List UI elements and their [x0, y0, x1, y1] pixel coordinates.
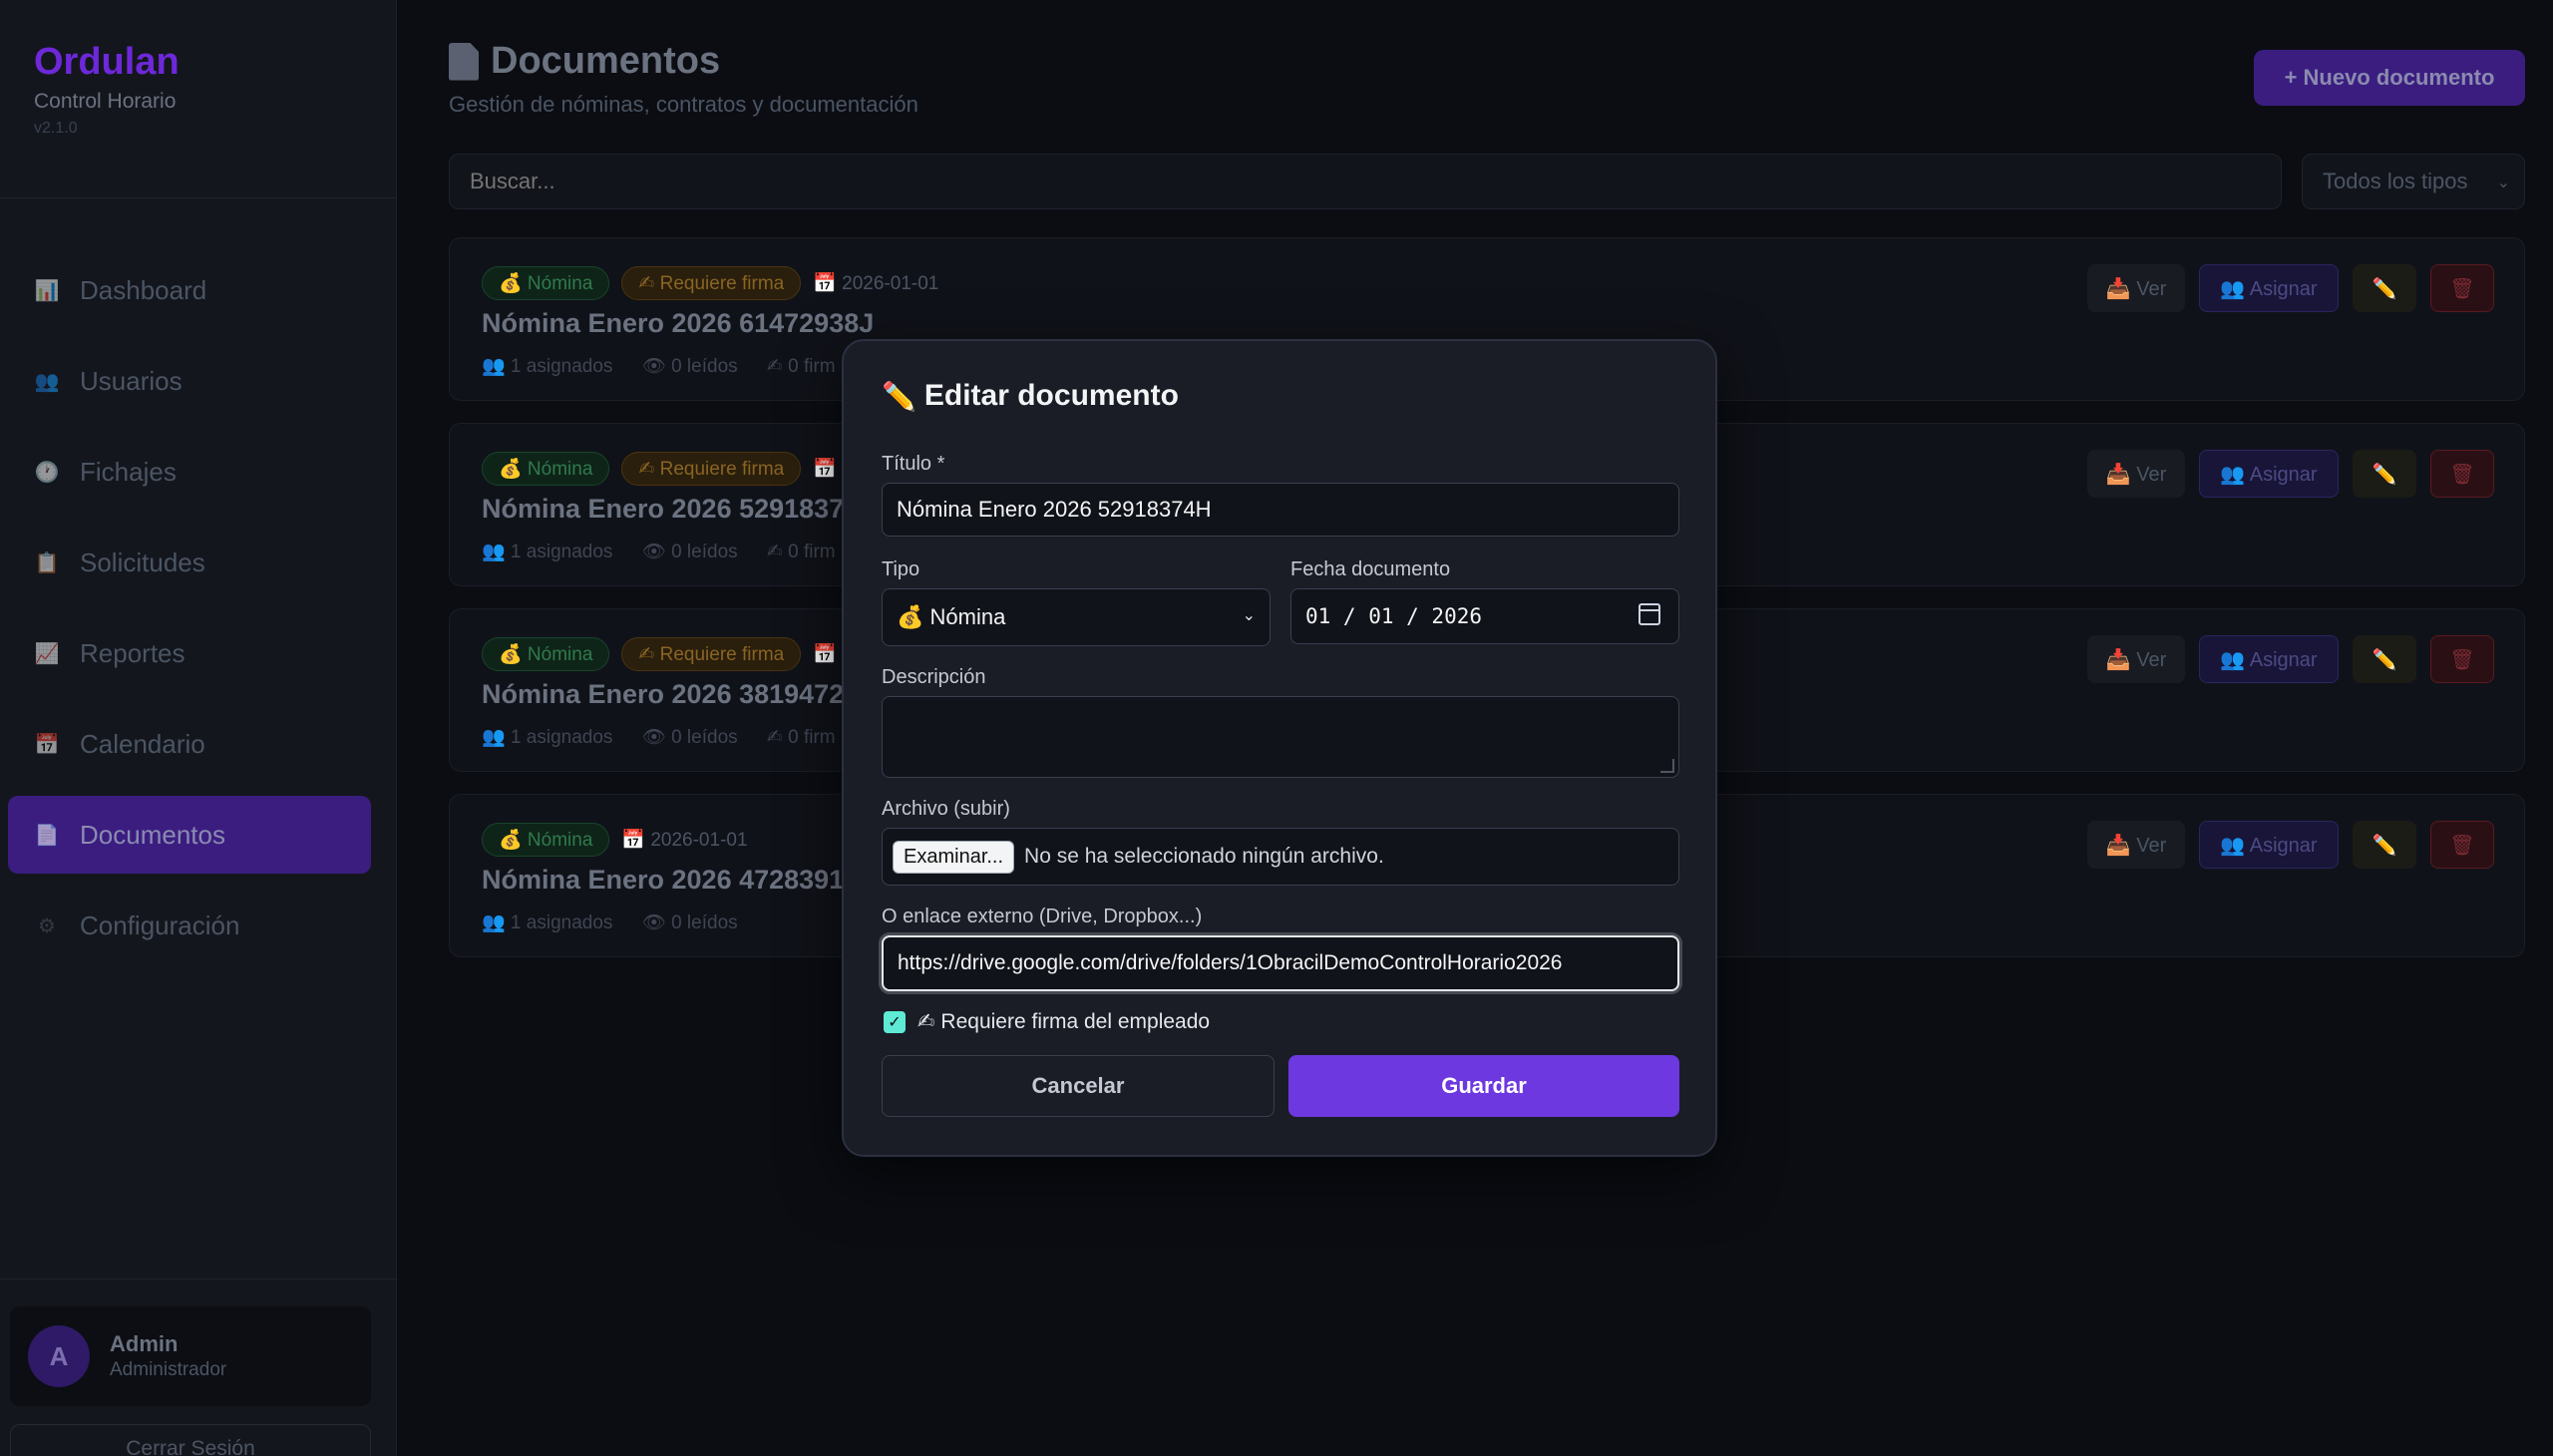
chevron-down-icon: ⌄ [1242, 607, 1256, 624]
type-select[interactable]: 💰 Nómina ⌄ [882, 588, 1271, 646]
cancel-button[interactable]: Cancelar [882, 1055, 1275, 1117]
description-textarea[interactable] [882, 696, 1679, 778]
edit-document-modal: ✏️ Editar documento Título * Nómina Ener… [842, 339, 1717, 1157]
external-link-label: O enlace externo (Drive, Dropbox...) [882, 906, 1203, 927]
date-label: Fecha documento [1290, 558, 1451, 580]
date-input[interactable]: 01 / 01 / 2026 [1290, 588, 1679, 644]
calendar-icon[interactable] [1639, 603, 1660, 625]
file-status: No se ha seleccionado ningún archivo. [1024, 845, 1384, 868]
date-value: 01 / 01 / 2026 [1305, 604, 1483, 628]
file-label: Archivo (subir) [882, 798, 1010, 820]
description-label: Descripción [882, 666, 986, 688]
signature-checkbox[interactable]: ✓ [884, 1010, 906, 1033]
pencil-icon: ✏️ [882, 380, 916, 412]
browse-file-button[interactable]: Examinar... [893, 840, 1015, 874]
file-upload-field: Examinar... No se ha seleccionado ningún… [882, 828, 1679, 886]
modal-title-text: Editar documento [923, 379, 1179, 412]
save-button[interactable]: Guardar [1288, 1055, 1679, 1117]
title-label: Título * [882, 453, 945, 475]
modal-title: ✏️ Editar documento [882, 379, 1179, 413]
type-select-value: 💰 Nómina [897, 604, 1006, 629]
external-link-input[interactable]: https://drive.google.com/drive/folders/1… [882, 935, 1679, 991]
signature-checkbox-row: ✓ ✍ Requiere firma del empleado [884, 1009, 1210, 1034]
signature-checkbox-label: ✍ Requiere firma del empleado [917, 1010, 1211, 1033]
title-input[interactable]: Nómina Enero 2026 52918374H [882, 483, 1679, 537]
resize-handle-icon[interactable] [1660, 759, 1674, 773]
type-label: Tipo [882, 558, 920, 580]
